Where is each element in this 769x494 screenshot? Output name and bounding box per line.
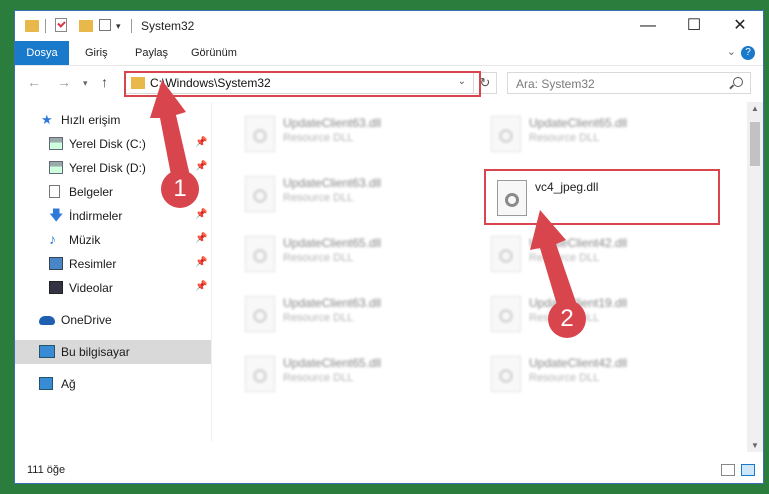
annotation-arrows — [150, 80, 578, 315]
step-badge-2: 2 — [548, 300, 586, 338]
arrow-2 — [530, 210, 578, 315]
step-badge-1: 1 — [161, 170, 199, 208]
arrow-1 — [150, 80, 190, 180]
